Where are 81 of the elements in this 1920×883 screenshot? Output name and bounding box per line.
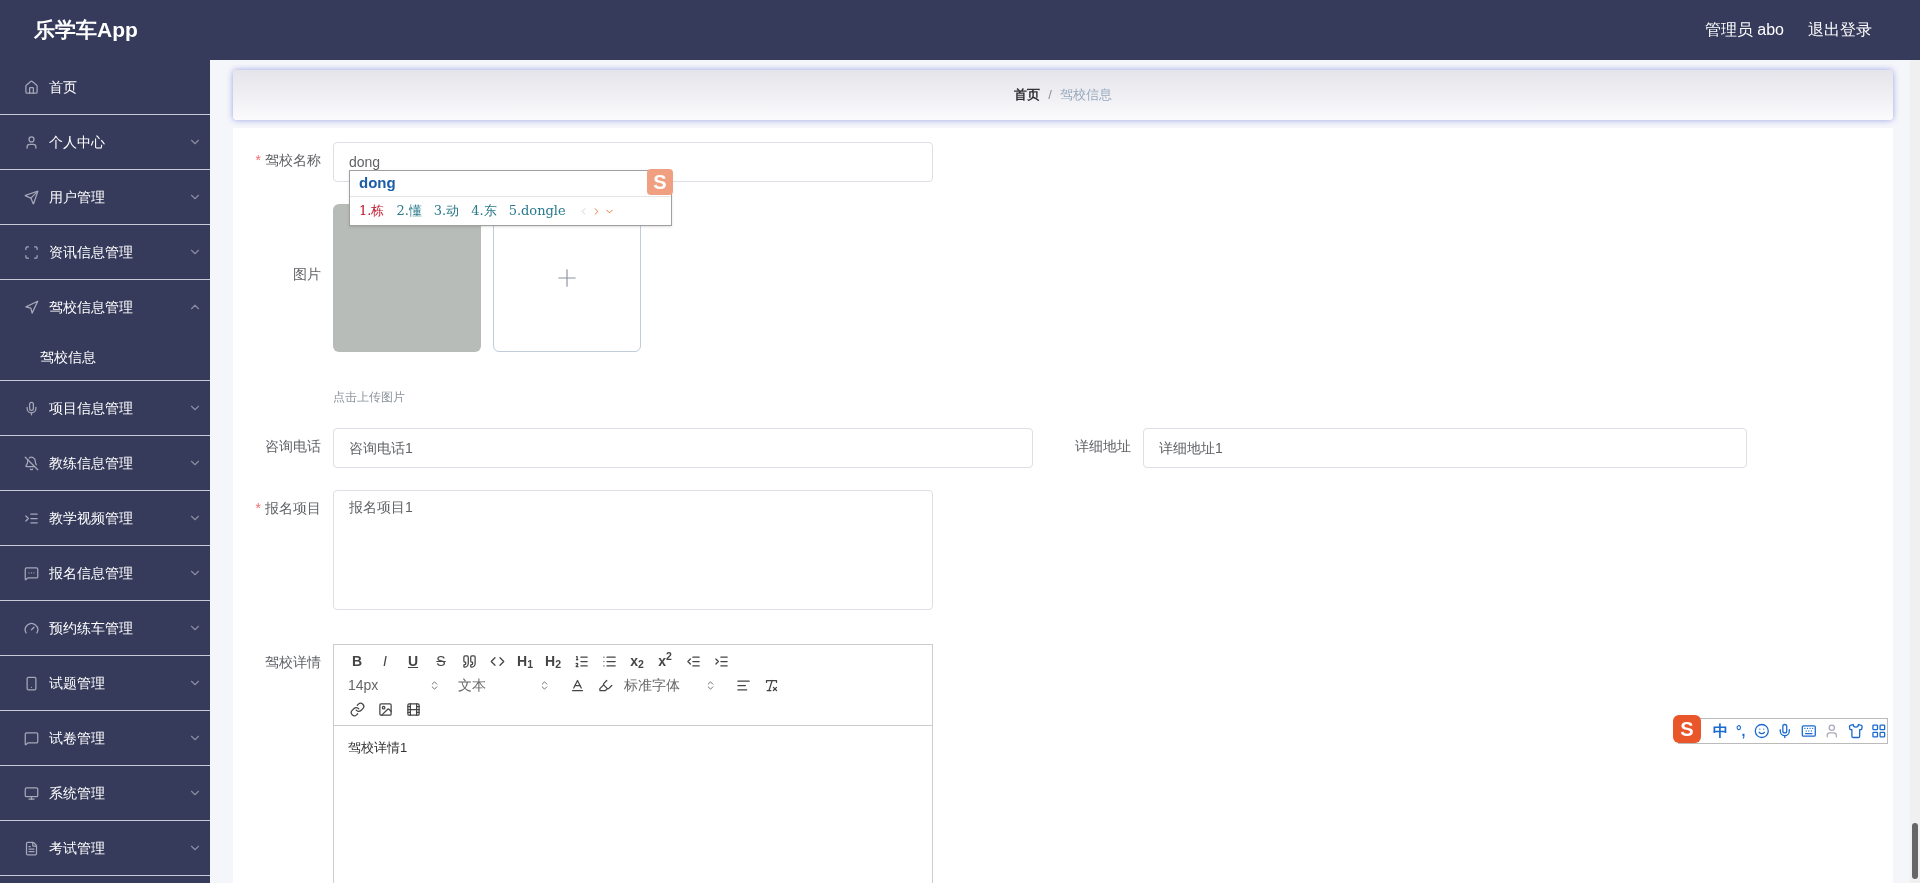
- address-input[interactable]: 详细地址1: [1143, 428, 1747, 468]
- toolbar-dropdown[interactable]: 14px: [348, 674, 448, 696]
- up-down-arrows-icon: [429, 679, 440, 691]
- sidebar-item[interactable]: 考试管理: [0, 821, 210, 875]
- logout-link[interactable]: 退出登录: [1808, 18, 1872, 42]
- chat-icon: [24, 565, 39, 581]
- smile-icon[interactable]: [1753, 723, 1770, 739]
- format-button[interactable]: x$^{2}$: [656, 650, 674, 672]
- ime-mode[interactable]: 中: [1713, 719, 1728, 743]
- monitor-icon: [24, 785, 39, 801]
- grid-icon[interactable]: [1871, 723, 1887, 739]
- format-button[interactable]: S: [432, 650, 450, 672]
- upload-hint: 点击上传图片: [333, 389, 406, 406]
- sidebar-item[interactable]: 驾校信息管理: [0, 280, 210, 334]
- format-button[interactable]: U: [404, 650, 422, 672]
- microphone-icon[interactable]: [1777, 723, 1793, 739]
- link-icon[interactable]: [348, 700, 366, 718]
- sidebar-item[interactable]: 项目信息管理: [0, 381, 210, 435]
- phone-input[interactable]: 咨询电话1: [333, 428, 1033, 468]
- format-button[interactable]: I: [376, 650, 394, 672]
- submenu-item[interactable]: 驾校信息: [0, 334, 210, 380]
- gauge-icon: [24, 620, 39, 636]
- field-label: 咨询电话: [265, 437, 321, 456]
- keyboard-icon[interactable]: [1800, 723, 1817, 739]
- sidebar-item[interactable]: 用户管理: [0, 170, 210, 224]
- ime-punctuation[interactable]: °,: [1736, 720, 1746, 742]
- ime-logo: S: [647, 169, 673, 195]
- field-label: 驾校名称: [265, 151, 321, 170]
- scan-icon: [24, 244, 39, 260]
- sidebar-item[interactable]: 试题管理: [0, 656, 210, 710]
- format-button[interactable]: x$_{2}$: [628, 650, 646, 672]
- toolbar-dropdown[interactable]: 文本: [458, 674, 558, 696]
- field-label: 驾校详情: [265, 653, 321, 672]
- breadcrumb-link[interactable]: 首页: [1014, 85, 1041, 105]
- sidebar-item[interactable]: 试卷管理: [0, 711, 210, 765]
- sidebar-item[interactable]: 教练信息管理: [0, 436, 210, 490]
- ime-candidate[interactable]: 5.dongle: [508, 201, 566, 221]
- user-icon: [24, 134, 39, 150]
- shirt-icon[interactable]: [1847, 723, 1864, 739]
- message-icon: [24, 730, 39, 746]
- toolbar-dropdown[interactable]: 标准字体: [624, 674, 724, 696]
- field-label: 图片: [293, 265, 321, 284]
- sidebar-item[interactable]: 教学视频管理: [0, 491, 210, 545]
- paper-plane-icon: [24, 189, 39, 205]
- ime-candidate[interactable]: 4.东: [471, 201, 497, 221]
- app-title: 乐学车App: [34, 17, 138, 44]
- editor-content[interactable]: 驾校详情1: [334, 726, 932, 770]
- format-button[interactable]: B: [348, 650, 366, 672]
- scrollbar-thumb[interactable]: [1912, 823, 1918, 879]
- list-icon: [24, 510, 39, 526]
- format-button[interactable]: H$_{2}$: [544, 650, 562, 672]
- sidebar-item[interactable]: 报名信息管理: [0, 546, 210, 600]
- ime-candidate[interactable]: 3.动: [433, 201, 460, 221]
- phone-icon: [24, 675, 39, 691]
- up-down-arrows-icon: [705, 679, 716, 691]
- sidebar-item[interactable]: 系统管理: [0, 766, 210, 820]
- breadcrumb-current: 驾校信息: [1059, 86, 1112, 105]
- required-mark: *: [255, 499, 261, 518]
- format-button[interactable]: H$_{1}$: [516, 650, 534, 672]
- required-mark: *: [255, 151, 261, 170]
- admin-name: 管理员 abo: [1704, 20, 1784, 40]
- ime-candidate[interactable]: 2.懂: [396, 201, 422, 221]
- field-label: 详细地址: [1075, 437, 1131, 456]
- ime-status-logo: S: [1673, 715, 1701, 743]
- document-icon: [24, 840, 39, 856]
- breadcrumb-separator: /: [1048, 86, 1052, 105]
- video-icon[interactable]: [404, 700, 422, 718]
- quote-icon[interactable]: [460, 652, 478, 670]
- project-textarea[interactable]: 报名项目1: [333, 490, 933, 610]
- navigation-arrow-icon: [24, 299, 39, 315]
- ime-candidate[interactable]: 1.栋: [359, 201, 385, 221]
- up-down-arrows-icon: [539, 679, 550, 691]
- sidebar-item[interactable]: 个人中心: [0, 115, 210, 169]
- image-icon[interactable]: [376, 700, 394, 718]
- bell-off-icon: [24, 455, 39, 471]
- microphone-icon: [24, 400, 39, 416]
- sidebar-item[interactable]: 首页: [0, 60, 210, 114]
- home-icon: [24, 79, 39, 95]
- sidebar-item[interactable]: 预约练车管理: [0, 601, 210, 655]
- sidebar-item[interactable]: 资讯信息管理: [0, 225, 210, 279]
- field-label: 报名项目: [265, 499, 321, 518]
